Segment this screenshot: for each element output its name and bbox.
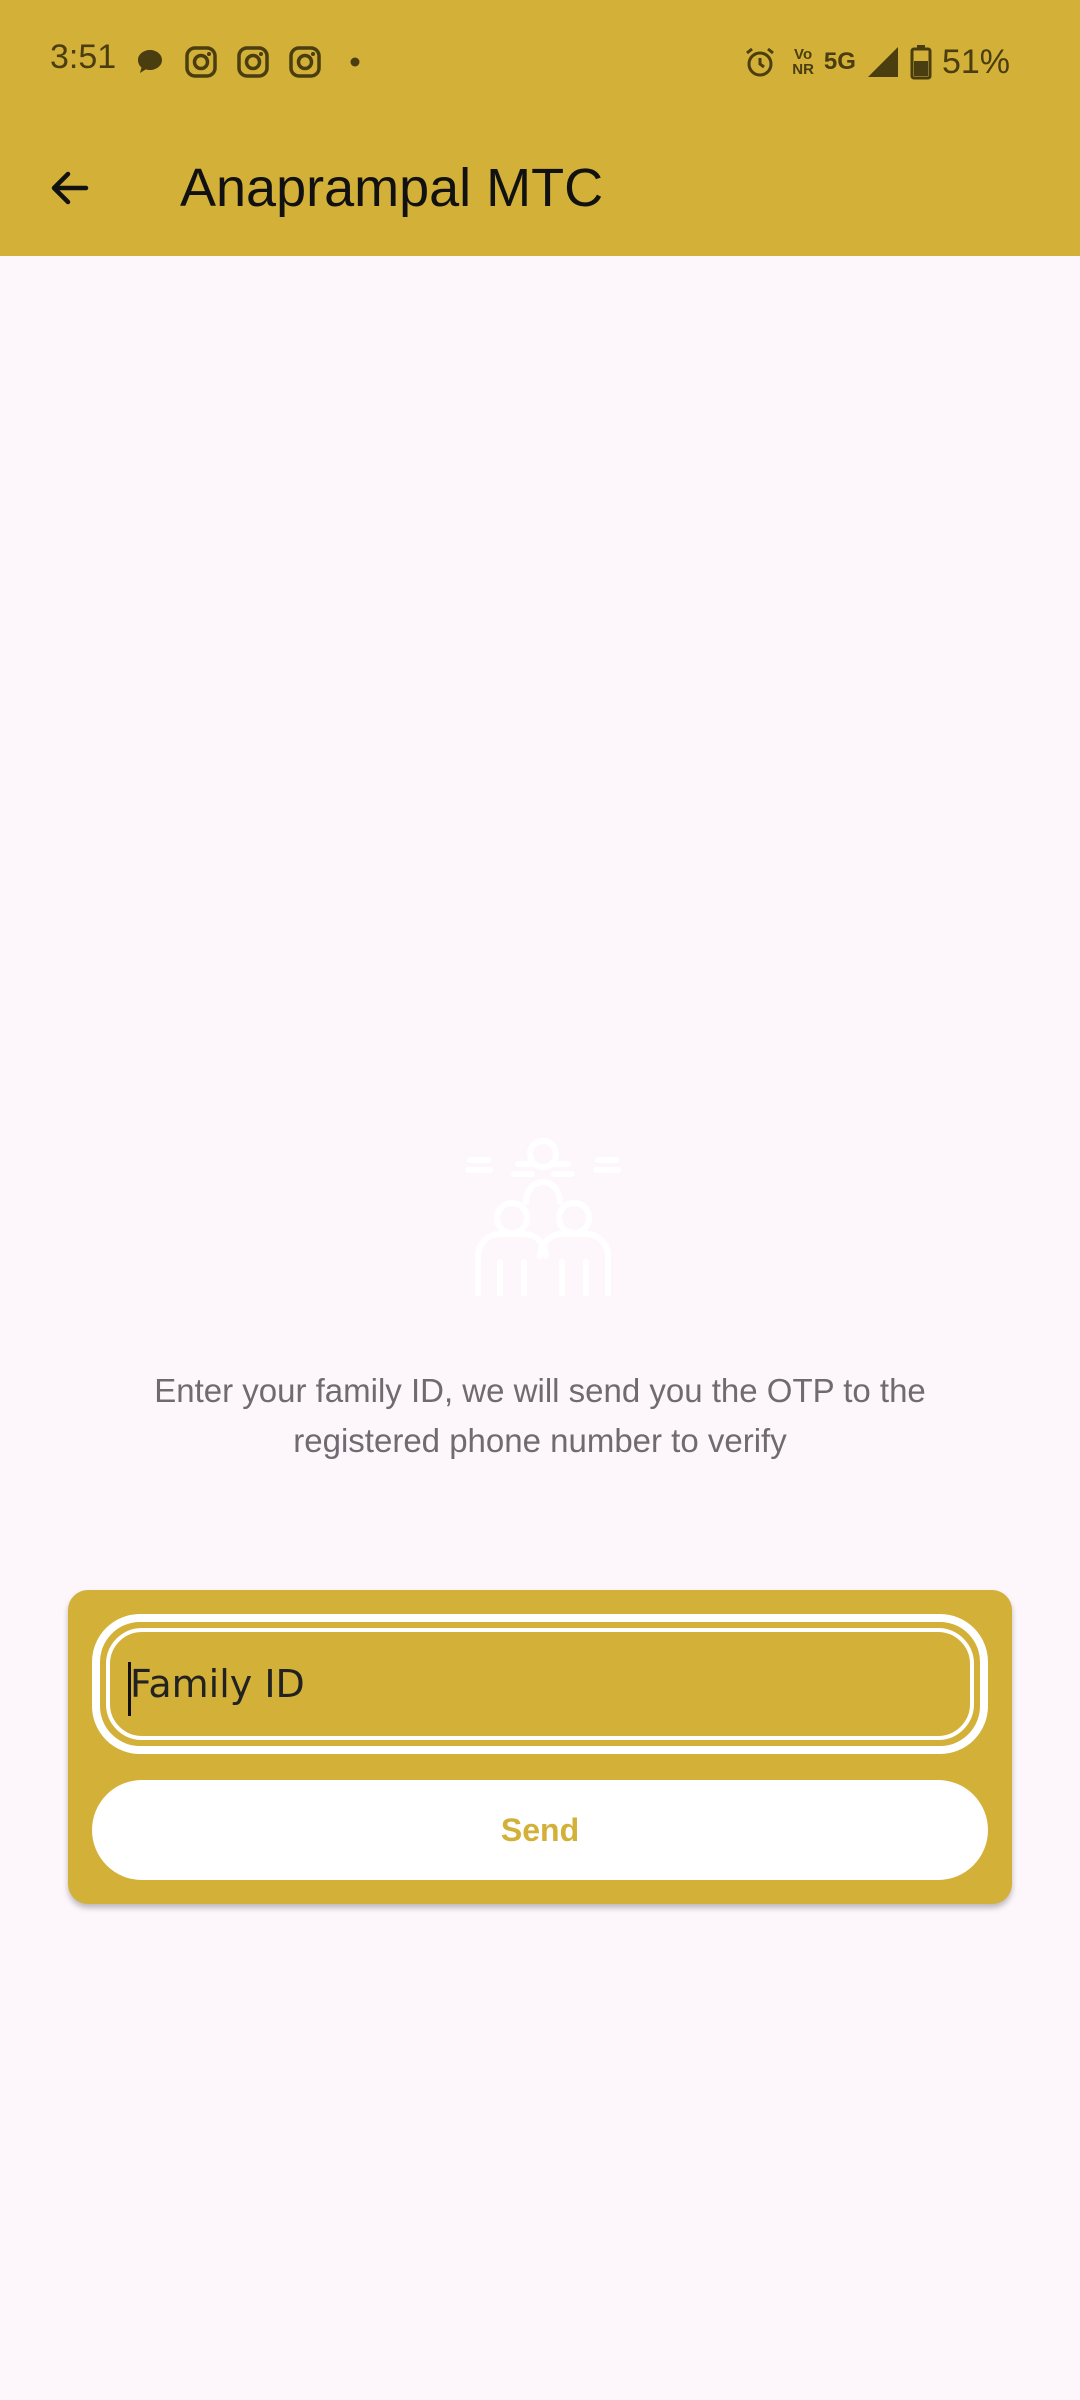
battery-icon	[910, 45, 932, 80]
family-group-icon	[465, 1138, 621, 1296]
arrow-left-icon	[51, 171, 89, 205]
text-cursor	[128, 1662, 131, 1716]
family-id-form: Send	[68, 1590, 1012, 1904]
status-bar: 3:51 Vo NR 5G 51%	[0, 0, 1080, 124]
instruction-text: Enter your family ID, we will send you t…	[154, 1372, 926, 1459]
page-title: Anaprampal MTC	[180, 158, 604, 218]
app-bar: Anaprampal MTC	[0, 124, 1080, 256]
family-id-field-container	[106, 1628, 974, 1740]
dot-icon	[350, 57, 360, 67]
family-id-input[interactable]	[120, 1632, 920, 1736]
chat-bubble-icon	[138, 50, 162, 73]
send-button[interactable]: Send	[92, 1780, 988, 1880]
back-button[interactable]	[36, 154, 104, 222]
nr-label: NR	[792, 61, 814, 78]
5g-icon: 5G	[823, 48, 856, 75]
instagram-icon	[289, 46, 321, 78]
top-bar: 3:51 Vo NR 5G 51% Anaprampal MTC	[0, 0, 1080, 256]
battery-percent: 51%	[941, 42, 1010, 81]
family-id-field-outline	[92, 1614, 988, 1754]
vo-label: Vo	[794, 46, 813, 63]
system-icons: Vo NR 5G 51%	[742, 40, 1010, 84]
volte-icon: Vo NR	[792, 47, 814, 77]
signal-icon	[867, 47, 898, 77]
instagram-icon	[237, 46, 269, 78]
instagram-icon	[185, 46, 217, 78]
notification-icons	[134, 42, 370, 82]
alarm-icon	[746, 47, 775, 77]
status-time: 3:51	[50, 38, 117, 76]
